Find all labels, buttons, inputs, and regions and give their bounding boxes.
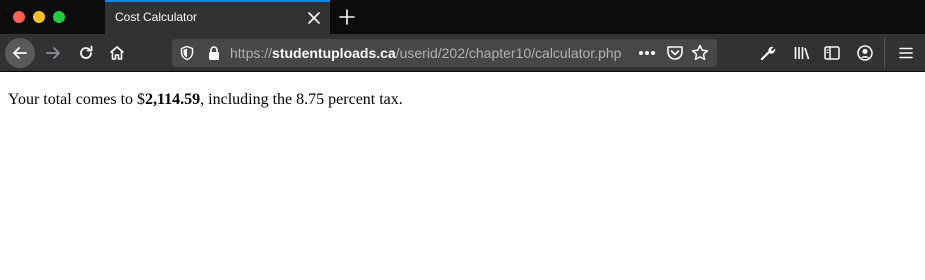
back-button[interactable] <box>5 38 35 68</box>
home-button[interactable] <box>102 38 132 68</box>
reload-icon <box>80 45 93 59</box>
home-icon <box>109 46 125 60</box>
new-tab-button[interactable] <box>335 5 359 29</box>
arrow-right-icon <box>46 47 60 59</box>
forward-button[interactable] <box>38 38 68 68</box>
reload-button[interactable] <box>71 38 101 68</box>
toolbar-separator <box>884 38 885 68</box>
url-path: /userid/202/chapter10/calculator.php <box>395 45 622 61</box>
bookmark-star-icon[interactable] <box>690 43 710 63</box>
url-text[interactable]: https://studentuploads.ca/userid/202/cha… <box>230 45 621 61</box>
arrow-left-icon <box>13 47 27 59</box>
pocket-icon[interactable] <box>665 43 685 63</box>
more-dots-icon <box>639 51 655 55</box>
page-actions-button[interactable] <box>636 42 658 64</box>
sidebar-icon[interactable] <box>822 43 842 63</box>
url-scheme: https:// <box>230 45 273 61</box>
hamburger-menu-icon[interactable] <box>896 43 916 63</box>
tab-strip: Cost Calculator <box>0 0 925 34</box>
total-message: Your total comes to $2,114.59, including… <box>8 91 908 109</box>
window-close-button[interactable] <box>13 11 25 23</box>
lock-icon[interactable] <box>206 45 222 61</box>
address-bar[interactable]: https://studentuploads.ca/userid/202/cha… <box>172 39 717 67</box>
window-minimize-button[interactable] <box>33 11 45 23</box>
tab-title: Cost Calculator <box>115 10 198 24</box>
close-icon <box>308 12 320 24</box>
plus-icon <box>339 9 355 25</box>
total-amount: 2,114.59 <box>145 91 201 108</box>
window-maximize-button[interactable] <box>53 11 65 23</box>
account-icon[interactable] <box>855 43 875 63</box>
library-icon[interactable] <box>792 43 812 63</box>
tab-cost-calculator[interactable]: Cost Calculator <box>105 0 330 34</box>
total-message-prefix: Your total comes to $ <box>8 91 146 108</box>
wrench-icon[interactable] <box>758 43 778 63</box>
tracking-protection-shield-icon[interactable] <box>179 45 195 61</box>
tab-close-button[interactable] <box>304 8 324 28</box>
total-message-suffix: , including the 8.75 percent tax. <box>200 91 403 108</box>
url-host: studentuploads.ca <box>272 45 396 61</box>
